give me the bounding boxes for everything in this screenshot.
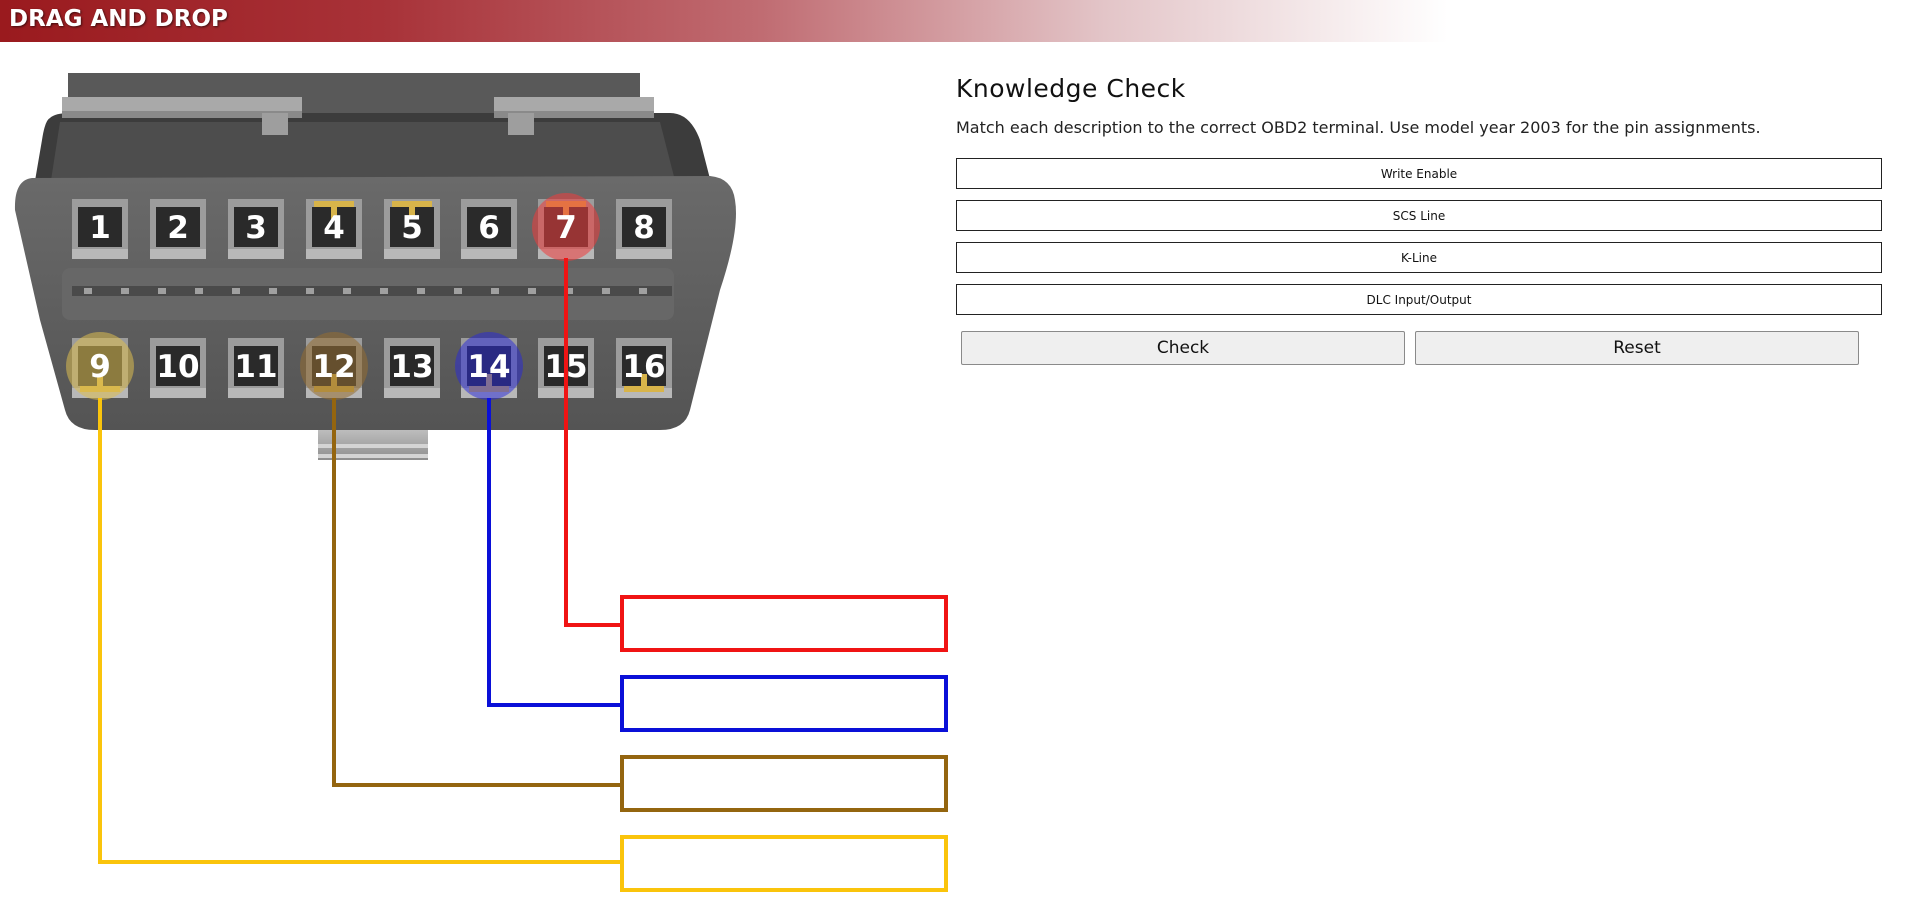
pin-lip-2 (150, 249, 206, 259)
drop-target-pin-12[interactable] (620, 755, 948, 812)
pin-number-2: 2 (167, 210, 189, 246)
pin-lip-13 (384, 388, 440, 398)
pin-number-9: 9 (89, 349, 111, 385)
drop-target-pin-7[interactable] (620, 595, 948, 652)
drop-target-pin-9[interactable] (620, 835, 948, 892)
separator-dot (417, 288, 425, 294)
pin-lip-5 (384, 249, 440, 259)
separator-dot (269, 288, 277, 294)
pin-number-11: 11 (234, 349, 277, 385)
pin-lip-10 (150, 388, 206, 398)
knowledge-check-panel: Knowledge Check Match each description t… (956, 72, 1884, 365)
knowledge-check-instructions: Match each description to the correct OB… (956, 118, 1761, 137)
separator-dot (158, 288, 166, 294)
choice-dlc-input-output[interactable]: DLC Input/Output (956, 284, 1882, 315)
separator-dot (306, 288, 314, 294)
separator-dot (639, 288, 647, 294)
reset-button[interactable]: Reset (1415, 331, 1859, 365)
pin-number-16: 16 (622, 349, 665, 385)
wire-pin-14 (487, 398, 622, 707)
pin-row-separator (72, 286, 672, 296)
separator-dot (121, 288, 129, 294)
check-button[interactable]: Check (961, 331, 1405, 365)
pin-number-12: 12 (312, 349, 355, 385)
pin-number-10: 10 (156, 349, 199, 385)
pin-lip-6 (461, 249, 517, 259)
pin-number-14: 14 (467, 349, 510, 385)
separator-dot (195, 288, 203, 294)
separator-dot (454, 288, 462, 294)
pin-lip-4 (306, 249, 362, 259)
pin-number-4: 4 (323, 210, 345, 246)
pin-lip-3 (228, 249, 284, 259)
choice-k-line[interactable]: K-Line (956, 242, 1882, 273)
separator-dot (528, 288, 536, 294)
separator-dot (84, 288, 92, 294)
choice-scs-line[interactable]: SCS Line (956, 200, 1882, 231)
pin-lip-1 (72, 249, 128, 259)
pin-number-5: 5 (401, 210, 423, 246)
pin-lip-11 (228, 388, 284, 398)
page-title: DRAG AND DROP (9, 6, 228, 32)
pin-number-6: 6 (478, 210, 500, 246)
separator-dot (343, 288, 351, 294)
separator-dot (232, 288, 240, 294)
header-bar: DRAG AND DROP (0, 0, 1905, 42)
separator-dot (380, 288, 388, 294)
choice-write-enable[interactable]: Write Enable (956, 158, 1882, 189)
drop-target-pin-14[interactable] (620, 675, 948, 732)
pin-number-3: 3 (245, 210, 267, 246)
pin-number-7: 7 (555, 210, 577, 246)
separator-dot (491, 288, 499, 294)
knowledge-check-title: Knowledge Check (956, 74, 1186, 103)
separator-dot (602, 288, 610, 294)
pin-number-13: 13 (390, 349, 433, 385)
pin-lip-8 (616, 249, 672, 259)
pin-number-8: 8 (633, 210, 655, 246)
wire-pin-9 (98, 398, 622, 864)
pin-number-1: 1 (89, 210, 111, 246)
